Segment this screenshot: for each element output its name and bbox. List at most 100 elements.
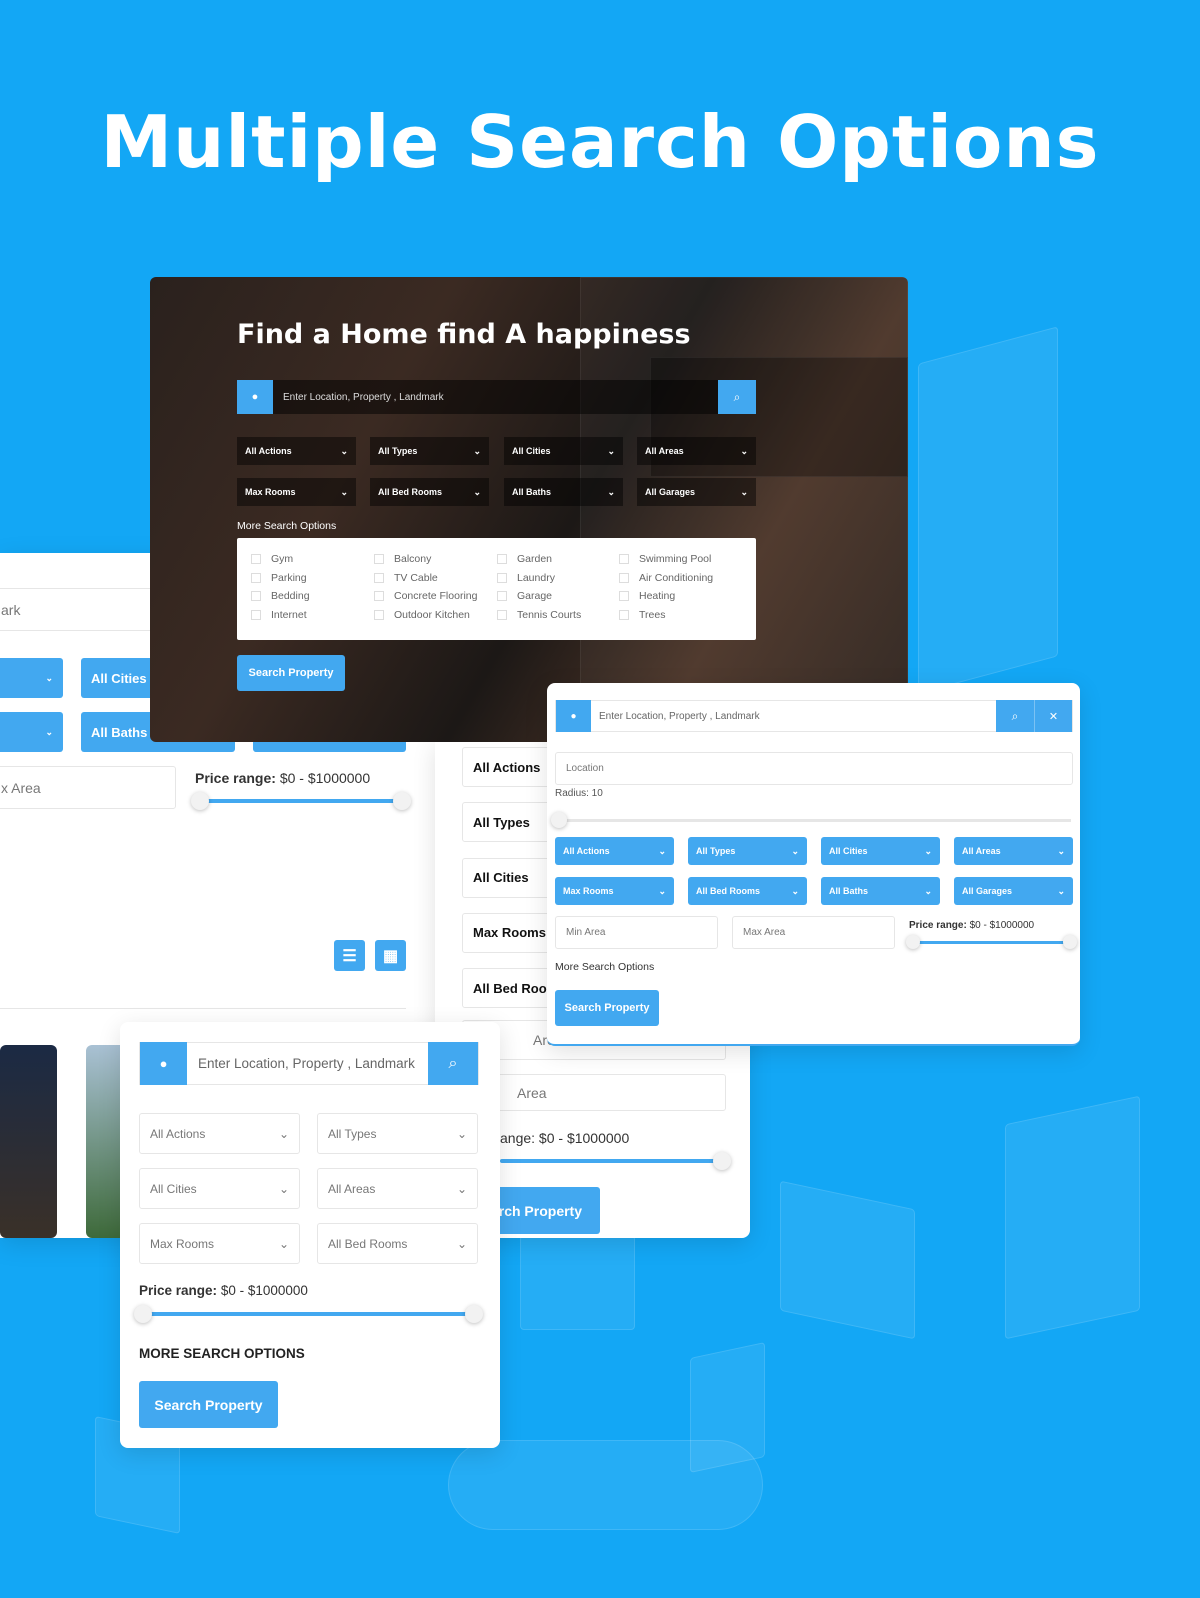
- hero-search-bar[interactable]: ● Enter Location, Property , Landmark ⌕: [237, 380, 756, 414]
- dropdown-all-types[interactable]: All Types ⌄: [317, 1113, 478, 1154]
- list-view-button[interactable]: ☰: [334, 940, 365, 971]
- amenity-checkbox-balcony[interactable]: Balcony: [374, 553, 431, 565]
- amenity-label: Garage: [517, 590, 553, 603]
- dropdown[interactable]: ⌄: [0, 658, 63, 698]
- price-slider-track[interactable]: [500, 1159, 722, 1163]
- amenity-checkbox-concrete-flooring[interactable]: Concrete Flooring: [374, 590, 477, 602]
- grid-view-button[interactable]: ▦: [375, 940, 406, 971]
- checkbox-icon[interactable]: [497, 572, 507, 583]
- amenity-checkbox-tennis-courts[interactable]: Tennis Courts: [497, 609, 581, 621]
- amenity-checkbox-laundry[interactable]: Laundry: [497, 572, 555, 584]
- search-button-label: Search Property: [564, 1002, 650, 1014]
- dropdown[interactable]: ⌄: [0, 712, 63, 752]
- search-button[interactable]: ⌕: [718, 380, 756, 414]
- dropdown-all-cities[interactable]: All Cities ⌄: [504, 437, 623, 465]
- search-property-button[interactable]: Search Property: [237, 655, 345, 691]
- dropdown-all-cities[interactable]: All Cities ⌄: [139, 1168, 300, 1209]
- amenity-checkbox-outdoor-kitchen[interactable]: Outdoor Kitchen: [374, 609, 470, 621]
- price-slider-max-handle[interactable]: [1063, 935, 1077, 949]
- price-slider-track[interactable]: [145, 1312, 475, 1316]
- dropdown-all-actions[interactable]: All Actions ⌄: [237, 437, 356, 465]
- price-slider-min-handle[interactable]: [134, 1305, 152, 1323]
- dropdown-max-rooms[interactable]: Max Rooms ⌄: [237, 478, 356, 506]
- checkbox-icon[interactable]: [619, 554, 629, 564]
- amenity-checkbox-tv-cable[interactable]: TV Cable: [374, 572, 438, 584]
- radius-slider-track[interactable]: [559, 819, 1071, 822]
- radius-label: Radius: 10: [555, 788, 603, 799]
- dropdown-all-types[interactable]: All Types ⌄: [688, 837, 807, 865]
- dropdown-all-types[interactable]: All Types ⌄: [370, 437, 489, 465]
- min-area-input[interactable]: Min Area: [555, 916, 718, 949]
- dropdown-all-bed-rooms[interactable]: All Bed Rooms ⌄: [688, 877, 807, 905]
- amenity-checkbox-internet[interactable]: Internet: [251, 609, 307, 621]
- checkbox-icon[interactable]: [619, 591, 629, 602]
- more-search-options-link[interactable]: More Search Options: [555, 961, 654, 973]
- checkbox-icon[interactable]: [374, 610, 384, 621]
- location-input[interactable]: Location: [555, 752, 1073, 785]
- dropdown-all-actions[interactable]: All Actions ⌄: [139, 1113, 300, 1154]
- price-slider-track[interactable]: [205, 799, 397, 803]
- search-bar[interactable]: ● Enter Location, Property , Landmark ⌕ …: [555, 700, 1073, 732]
- checkbox-icon[interactable]: [374, 591, 384, 602]
- checkbox-icon[interactable]: [374, 554, 384, 564]
- checkbox-icon[interactable]: [251, 591, 261, 602]
- dropdown-all-bed-rooms[interactable]: All Bed Rooms ⌄: [370, 478, 489, 506]
- dropdown-all-baths[interactable]: All Baths ⌄: [504, 478, 623, 506]
- location-input[interactable]: ark: [0, 588, 160, 631]
- dropdown-all-bed-rooms[interactable]: All Bed Rooms ⌄: [317, 1223, 478, 1264]
- price-slider-track[interactable]: [913, 941, 1069, 944]
- dropdown-label: All Areas: [328, 1181, 376, 1196]
- checkbox-icon[interactable]: [251, 610, 261, 621]
- search-button[interactable]: ⌕: [428, 1042, 478, 1085]
- search-property-button[interactable]: Search Property: [555, 990, 659, 1026]
- checkbox-icon[interactable]: [251, 572, 261, 583]
- amenity-checkbox-garage[interactable]: Garage: [497, 590, 552, 602]
- amenity-checkbox-garden[interactable]: Garden: [497, 553, 552, 565]
- amenity-checkbox-gym[interactable]: Gym: [251, 553, 293, 565]
- search-button[interactable]: ⌕: [996, 700, 1034, 732]
- collapse-button[interactable]: ✕: [1034, 700, 1072, 732]
- amenity-checkbox-heating[interactable]: Heating: [619, 590, 675, 602]
- checkbox-icon[interactable]: [497, 591, 507, 602]
- checkbox-icon[interactable]: [619, 572, 629, 583]
- more-search-options-link[interactable]: MORE SEARCH OPTIONS: [139, 1346, 305, 1361]
- max-area-input[interactable]: Max Area: [732, 916, 895, 949]
- checkbox-icon[interactable]: [374, 572, 384, 583]
- amenity-checkbox-air-conditioning[interactable]: Air Conditioning: [619, 572, 713, 584]
- dropdown-all-baths[interactable]: All Baths ⌄: [821, 877, 940, 905]
- dropdown-all-garages[interactable]: All Garages ⌄: [954, 877, 1073, 905]
- amenity-checkbox-parking[interactable]: Parking: [251, 572, 307, 584]
- radius-slider-handle[interactable]: [551, 812, 567, 828]
- checkbox-icon[interactable]: [497, 554, 507, 564]
- amenity-label: Laundry: [517, 571, 555, 584]
- more-search-options-label[interactable]: More Search Options: [237, 520, 336, 532]
- checkbox-icon[interactable]: [251, 554, 261, 564]
- amenity-checkbox-trees[interactable]: Trees: [619, 609, 665, 621]
- dropdown-all-areas[interactable]: All Areas ⌄: [317, 1168, 478, 1209]
- search-bar[interactable]: ● Enter Location, Property , Landmark ⌕: [139, 1042, 479, 1085]
- dropdown-max-rooms[interactable]: Max Rooms ⌄: [139, 1223, 300, 1264]
- amenity-checkbox-swimming-pool[interactable]: Swimming Pool: [619, 553, 711, 565]
- max-area-input[interactable]: x Area: [0, 766, 176, 809]
- amenity-checkbox-bedding[interactable]: Bedding: [251, 590, 310, 602]
- price-slider-min-handle[interactable]: [906, 935, 920, 949]
- checkbox-icon[interactable]: [619, 610, 629, 621]
- max-area-input[interactable]: Area: [462, 1074, 726, 1111]
- search-panel-bottom: ● Enter Location, Property , Landmark ⌕ …: [120, 1022, 500, 1448]
- dropdown-all-actions[interactable]: All Actions ⌄: [555, 837, 674, 865]
- dropdown-max-rooms[interactable]: Max Rooms ⌄: [555, 877, 674, 905]
- search-input[interactable]: Enter Location, Property , Landmark: [187, 1056, 428, 1071]
- dropdown-all-garages[interactable]: All Garages ⌄: [637, 478, 756, 506]
- checkbox-icon[interactable]: [497, 610, 507, 621]
- price-slider-max-handle[interactable]: [713, 1152, 731, 1170]
- search-input[interactable]: Enter Location, Property , Landmark: [591, 711, 996, 722]
- price-slider-max-handle[interactable]: [393, 792, 411, 810]
- search-input[interactable]: Enter Location, Property , Landmark: [273, 392, 718, 403]
- amenity-label: Garden: [517, 553, 553, 565]
- price-slider-max-handle[interactable]: [465, 1305, 483, 1323]
- dropdown-all-areas[interactable]: All Areas ⌄: [954, 837, 1073, 865]
- price-slider-min-handle[interactable]: [191, 792, 209, 810]
- dropdown-all-cities[interactable]: All Cities ⌄: [821, 837, 940, 865]
- search-property-button[interactable]: Search Property: [139, 1381, 278, 1428]
- dropdown-all-areas[interactable]: All Areas ⌄: [637, 437, 756, 465]
